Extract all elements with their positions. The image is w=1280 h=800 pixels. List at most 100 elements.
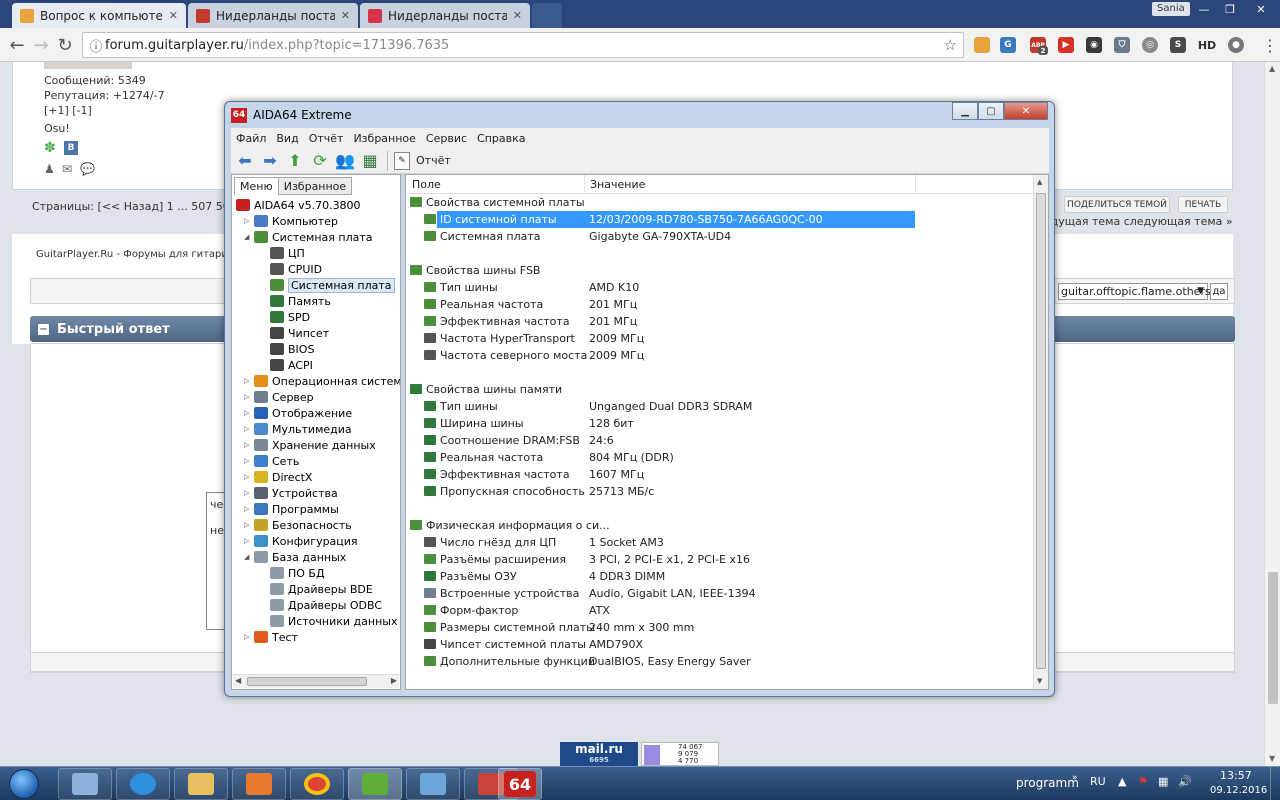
tab-favorites[interactable]: Избранное <box>277 177 353 195</box>
tree-node[interactable]: ▷ Конфигурация <box>244 533 358 549</box>
property-row[interactable]: Размеры системной платы 240 mm x 300 mm <box>406 619 1034 636</box>
taskbar-network[interactable] <box>406 768 460 800</box>
tree-node[interactable]: BIOS <box>260 341 314 357</box>
tree-node[interactable]: Память <box>260 293 331 309</box>
close-icon[interactable]: ✕ <box>1004 102 1048 120</box>
prev-next-topic[interactable]: ыдущая тема следующая тема » <box>1042 215 1233 228</box>
tree-node[interactable]: Чипсет <box>260 325 329 341</box>
property-row[interactable]: Эффективная частота 201 МГц <box>406 313 1034 330</box>
start-button[interactable] <box>4 767 44 800</box>
report-button[interactable]: ✎ Отчёт <box>394 151 451 170</box>
expander-icon[interactable]: ▷ <box>244 393 254 401</box>
menu-view[interactable]: Вид <box>276 132 298 145</box>
tree-node[interactable]: ▷ Тест <box>244 629 298 645</box>
taskbar-chrome[interactable] <box>290 768 344 800</box>
browser-tab[interactable]: Нидерланды поставили ✕ <box>188 3 358 28</box>
video-extension-icon[interactable]: ▶ <box>1058 37 1074 53</box>
column-divider[interactable] <box>915 175 916 194</box>
details-vscrollbar[interactable]: ▲ ▼ <box>1033 175 1048 689</box>
menu-service[interactable]: Сервис <box>426 132 467 145</box>
taskbar-ie[interactable] <box>116 768 170 800</box>
clock-time[interactable]: 13:57 <box>1220 769 1252 782</box>
tree-node[interactable]: CPUID <box>260 261 322 277</box>
jump-go-button[interactable]: да <box>1210 283 1228 300</box>
pagination[interactable]: Страницы: [<< Назад] 1 ... 507 508 <box>32 200 237 213</box>
translate-extension-icon[interactable]: G <box>1000 37 1016 53</box>
property-row[interactable]: Чипсет системной платы AMD790X <box>406 636 1034 653</box>
tree-node[interactable]: ◢ База данных <box>244 549 346 565</box>
close-window-icon[interactable]: ✕ <box>1244 0 1278 18</box>
tree-node[interactable]: ◢ Системная плата <box>244 229 373 245</box>
tab-menu[interactable]: Меню <box>234 177 279 195</box>
forward-arrow-icon[interactable]: → <box>30 34 52 56</box>
users-icon[interactable]: 👥 <box>334 150 356 172</box>
expander-icon[interactable]: ▷ <box>244 441 254 449</box>
bookmark-star-icon[interactable]: ☆ <box>944 36 957 54</box>
circle-extension-icon[interactable]: ● <box>1228 37 1244 53</box>
property-row[interactable]: Частота северного моста 2009 МГц <box>406 347 1034 364</box>
jump-select[interactable]: guitar.offtopic.flame.others ▼ <box>1058 283 1211 300</box>
property-row[interactable]: Разъёмы ОЗУ 4 DDR3 DIMM <box>406 568 1034 585</box>
toolbar-label[interactable]: programm <box>1016 776 1079 790</box>
flower-icon[interactable]: ✽ <box>44 141 58 155</box>
expander-icon[interactable]: ▷ <box>244 521 254 529</box>
minimize-icon[interactable]: — <box>1190 0 1218 18</box>
group-header-row[interactable]: Свойства шины FSB <box>406 262 1034 279</box>
page-scrollbar[interactable]: ▲ ▼ <box>1264 62 1280 767</box>
profile-icon[interactable]: ♟ <box>44 162 55 176</box>
property-row[interactable]: Дополнительные функции DualBIOS, Easy Ene… <box>406 653 1034 670</box>
property-row[interactable]: Системная плата Gigabyte GA-790XTA-UD4 <box>406 228 1034 245</box>
tree-node[interactable]: ЦП <box>260 245 305 261</box>
menu-report[interactable]: Отчёт <box>309 132 344 145</box>
page-info-icon[interactable]: ⓘ <box>87 36 105 55</box>
maximize-icon[interactable]: ❐ <box>1216 0 1244 18</box>
chat-bubble-icon[interactable]: 💬 <box>80 162 95 176</box>
tree-node[interactable]: ▷ Компьютер <box>244 213 338 229</box>
expander-icon[interactable]: ▷ <box>244 505 254 513</box>
property-row[interactable]: Форм-фактор ATX <box>406 602 1034 619</box>
property-row[interactable]: Тип шины AMD K10 <box>406 279 1034 296</box>
share-topic-button[interactable]: ПОДЕЛИТЬСЯ ТЕМОЙ <box>1064 196 1170 213</box>
tree-node[interactable]: ▷ Сервер <box>244 389 314 405</box>
scroll-left-icon[interactable]: ◀ <box>235 676 241 685</box>
taskbar-computer[interactable] <box>58 768 112 800</box>
eye-extension-icon[interactable]: ◉ <box>1086 37 1102 53</box>
property-row[interactable]: Число гнёзд для ЦП 1 Socket AM3 <box>406 534 1034 551</box>
network-icon[interactable]: ▦ <box>1158 775 1168 788</box>
property-row[interactable]: Тип шины Unganged Dual DDR3 SDRAM <box>406 398 1034 415</box>
tree-node[interactable]: ACPI <box>260 357 313 373</box>
clock-date[interactable]: 09.12.2016 <box>1210 785 1267 796</box>
expander-icon[interactable]: ▷ <box>244 633 254 641</box>
back-arrow-icon[interactable]: ← <box>6 34 28 56</box>
taskbar-video-editor[interactable] <box>348 768 402 800</box>
close-tab-icon[interactable]: ✕ <box>513 9 522 22</box>
action-center-icon[interactable]: ⚑ <box>1138 775 1148 788</box>
language-indicator[interactable]: RU <box>1090 775 1106 788</box>
aida-titlebar[interactable]: 64 AIDA64 Extreme <box>225 102 1054 128</box>
expander-icon[interactable]: ◢ <box>244 233 254 241</box>
refresh-icon[interactable]: ⟳ <box>309 150 331 172</box>
property-row[interactable]: Ширина шины 128 бит <box>406 415 1034 432</box>
tree-node[interactable]: Системная плата <box>260 277 395 293</box>
tree-node[interactable]: AIDA64 v5.70.3800 <box>236 197 361 213</box>
group-header-row[interactable]: Свойства шины памяти <box>406 381 1034 398</box>
tree-node[interactable]: ▷ Хранение данных <box>244 437 376 453</box>
tree-node[interactable]: ▷ Устройства <box>244 485 338 501</box>
scroll-down-icon[interactable]: ▼ <box>1037 677 1042 685</box>
tree-node[interactable]: Источники данных OD <box>260 613 400 629</box>
group-header-row[interactable]: Физическая информация о си... <box>406 517 1034 534</box>
volume-icon[interactable]: 🔊 <box>1178 775 1192 788</box>
property-row[interactable]: Встроенные устройства Audio, Gigabit LAN,… <box>406 585 1034 602</box>
expander-icon[interactable]: ◢ <box>244 553 254 561</box>
menu-help[interactable]: Справка <box>477 132 525 145</box>
taskbar-media[interactable] <box>232 768 286 800</box>
close-tab-icon[interactable]: ✕ <box>341 9 350 22</box>
settings-extension-icon[interactable]: ◎ <box>1142 37 1158 53</box>
property-row[interactable]: Частота HyperTransport 2009 МГц <box>406 330 1034 347</box>
back-arrow-icon[interactable]: ⬅ <box>234 150 256 172</box>
tree-node[interactable]: ▷ DirectX <box>244 469 312 485</box>
scroll-thumb[interactable] <box>247 677 367 686</box>
scroll-thumb[interactable] <box>1036 193 1046 669</box>
tree-hscrollbar[interactable]: ◀ ▶ <box>233 674 399 688</box>
browser-tab-active[interactable]: Вопрос к компьютерщ ✕ <box>12 3 186 28</box>
